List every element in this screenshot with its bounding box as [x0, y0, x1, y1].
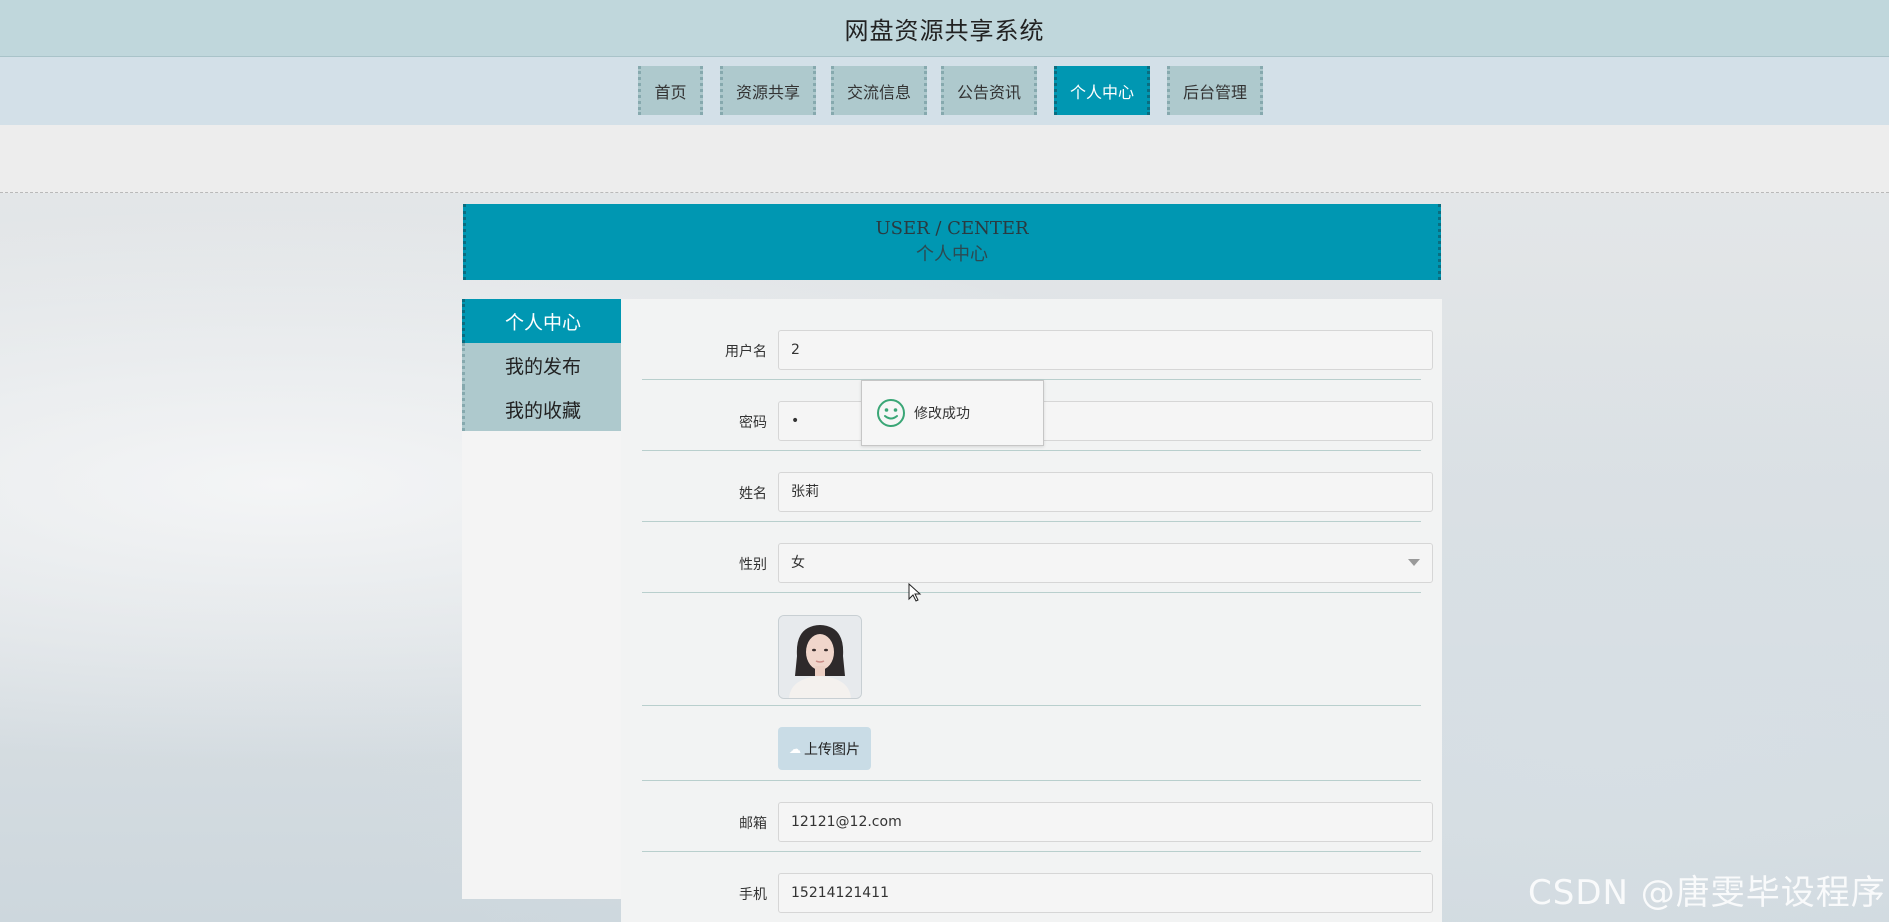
name-label: 姓名 — [739, 486, 767, 502]
form-row-phone: 手机 15214121411 — [642, 852, 1433, 922]
gender-value: 女 — [791, 555, 805, 571]
toast-message: 修改成功 — [914, 406, 970, 422]
breadcrumb-strip — [0, 125, 1889, 193]
nav-item-exchange[interactable]: 交流信息 — [831, 66, 927, 115]
success-toast: 修改成功 — [861, 380, 1044, 446]
nav-item-resource-share[interactable]: 资源共享 — [720, 66, 816, 115]
form-row-gender: 性别 女 — [642, 522, 1433, 593]
mouse-cursor-icon — [908, 583, 922, 602]
name-input[interactable]: 张莉 — [778, 472, 1433, 512]
upload-image-label: 上传图片 — [804, 741, 860, 758]
nav-item-announcements[interactable]: 公告资讯 — [941, 66, 1037, 115]
form-row-username: 用户名 2 — [642, 299, 1433, 380]
banner-title-cn: 个人中心 — [916, 244, 988, 265]
nav-item-user-center[interactable]: 个人中心 — [1054, 66, 1150, 115]
menu-item-user-center[interactable]: 个人中心 — [462, 299, 621, 343]
phone-label: 手机 — [739, 887, 767, 903]
left-menu: 个人中心 我的发布 我的收藏 — [462, 299, 621, 899]
banner-title-en: USER / CENTER — [875, 218, 1029, 239]
form-row-email: 邮箱 12121@12.com — [642, 781, 1433, 852]
menu-item-my-posts[interactable]: 我的发布 — [462, 343, 621, 387]
section-banner: USER / CENTER 个人中心 — [463, 204, 1441, 280]
password-label: 密码 — [739, 415, 767, 431]
smile-icon — [877, 399, 905, 427]
username-label: 用户名 — [725, 344, 767, 360]
gender-label: 性别 — [739, 557, 767, 573]
chevron-down-icon — [1408, 559, 1420, 566]
nav-bar: 首页 资源共享 交流信息 公告资讯 个人中心 后台管理 — [0, 57, 1889, 125]
username-input[interactable]: 2 — [778, 330, 1433, 370]
nav-item-home[interactable]: 首页 — [638, 66, 703, 115]
gender-select[interactable]: 女 — [778, 543, 1433, 583]
avatar — [778, 615, 862, 699]
app-title: 网盘资源共享系统 — [844, 16, 1045, 45]
watermark: CSDN @唐雯毕设程序 — [1528, 873, 1886, 913]
top-bar: 网盘资源共享系统 — [0, 0, 1889, 57]
form-row-upload: ☁ 上传图片 — [642, 706, 1421, 781]
menu-item-my-favorites[interactable]: 我的收藏 — [462, 387, 621, 431]
avatar-portrait-image — [779, 616, 861, 698]
phone-input[interactable]: 15214121411 — [778, 873, 1433, 913]
email-input[interactable]: 12121@12.com — [778, 802, 1433, 842]
cloud-upload-icon: ☁ — [789, 741, 801, 756]
email-label: 邮箱 — [739, 816, 767, 832]
form-row-avatar — [642, 593, 1421, 706]
form-row-name: 姓名 张莉 — [642, 451, 1433, 522]
nav-item-admin[interactable]: 后台管理 — [1167, 66, 1263, 115]
upload-image-button[interactable]: ☁ 上传图片 — [778, 727, 871, 770]
